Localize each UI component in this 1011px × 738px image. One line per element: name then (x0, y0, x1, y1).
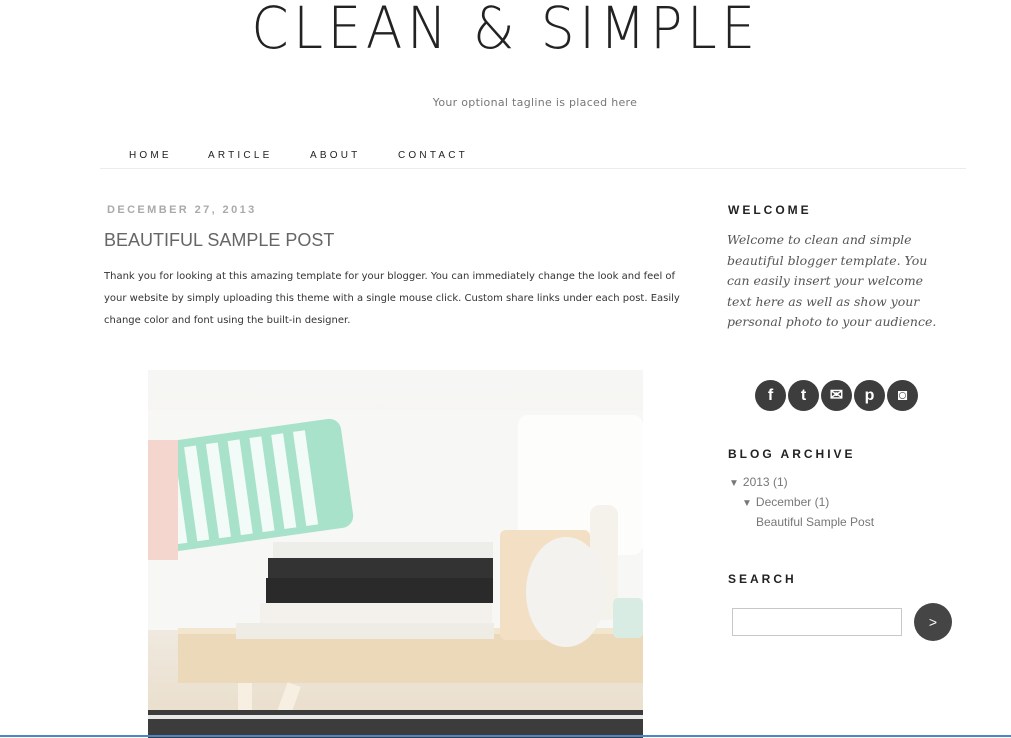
site-tagline: Your optional tagline is placed here (432, 96, 638, 109)
main-nav: HOME ARTICLE ABOUT CONTACT (100, 150, 966, 169)
photo-books-vase-icon (148, 410, 643, 738)
welcome-heading: WELCOME (728, 203, 812, 217)
post-body: Thank you for looking at this amazing te… (104, 271, 680, 326)
nav-item-article[interactable]: ARTICLE (208, 150, 272, 161)
archive-year[interactable]: ▼ 2013 (1) (729, 475, 788, 489)
archive-month-label[interactable]: December (756, 495, 811, 509)
twitter-icon[interactable]: t (788, 380, 819, 411)
pinterest-icon[interactable]: p (854, 380, 885, 411)
facebook-icon[interactable]: f (755, 380, 786, 411)
archive-month[interactable]: ▼ December (1) (742, 495, 829, 509)
expand-toggle-icon[interactable]: ▼ (742, 498, 752, 509)
post-date: DECEMBER 27, 2013 (107, 204, 257, 216)
nav-item-about[interactable]: ABOUT (310, 150, 360, 161)
post-title[interactable]: BEAUTIFUL SAMPLE POST (104, 230, 334, 251)
welcome-text: Welcome to clean and simple beautiful bl… (727, 232, 937, 329)
search-input[interactable] (732, 608, 902, 636)
post-image (148, 370, 643, 738)
email-icon[interactable]: ✉ (821, 380, 852, 411)
search-heading: SEARCH (728, 572, 797, 586)
instagram-icon[interactable]: ◙ (887, 380, 918, 411)
archive-year-label[interactable]: 2013 (743, 475, 770, 489)
archive-year-count: (1) (772, 475, 788, 489)
expand-toggle-icon[interactable]: ▼ (729, 478, 739, 489)
archive-month-count: (1) (814, 495, 830, 509)
nav-item-contact[interactable]: CONTACT (398, 150, 468, 161)
archive-post-link[interactable]: Beautiful Sample Post (756, 515, 874, 529)
archive-heading: BLOG ARCHIVE (728, 447, 856, 461)
nav-item-home[interactable]: HOME (129, 150, 172, 161)
window-bottom-border (0, 735, 1011, 737)
search-button[interactable]: > (914, 603, 952, 641)
site-title[interactable]: CLEAN & SIMPLE (40, 0, 970, 62)
